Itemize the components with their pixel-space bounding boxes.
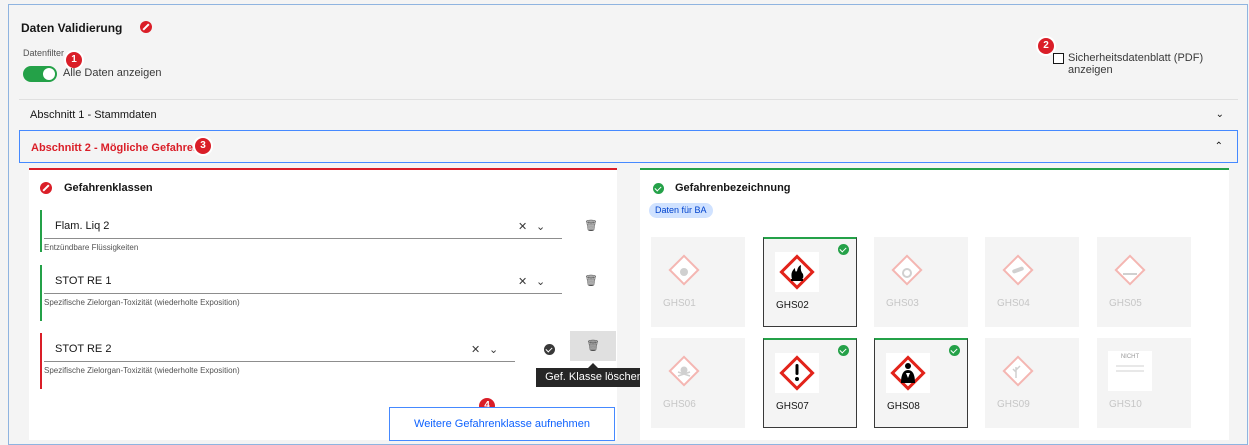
page-title: Daten Validierung	[21, 21, 152, 35]
hazard-class-description: Spezifische Zielorgan-Toxizität (wiederh…	[44, 298, 240, 307]
callout-badge-3: 3	[195, 138, 211, 154]
ghs07-tile[interactable]: GHS07	[763, 338, 857, 428]
chevron-up-icon: ⌃	[1214, 141, 1223, 152]
delete-trash-icon[interactable]: 🗑	[584, 274, 598, 287]
clear-icon[interactable]: ✕	[518, 220, 527, 233]
pdf-checkbox-label[interactable]: Sicherheitsdatenblatt (PDF) anzeigen	[1068, 52, 1249, 76]
exploding-bomb-icon	[668, 254, 700, 286]
hazard-class-select[interactable]: STOT RE 2	[55, 343, 111, 355]
data-for-ba-tag: Daten für BA	[649, 203, 713, 218]
ghs08-tile[interactable]: GHS08	[874, 338, 968, 428]
all-data-toggle[interactable]	[23, 66, 57, 82]
error-icon	[139, 21, 152, 33]
hazard-class-entry: Flam. Liq 2 ✕ ⌄ Entzündbare Flüssigkeite…	[40, 210, 562, 252]
ghs02-tile[interactable]: GHS02	[763, 237, 857, 327]
data-filter-label: Datenfilter	[23, 48, 65, 58]
delete-trash-icon[interactable]: 🗑	[584, 219, 598, 232]
hazard-class-select[interactable]: Flam. Liq 2	[55, 220, 109, 232]
flame-icon	[779, 254, 815, 290]
flame-over-circle-icon	[891, 254, 923, 286]
gas-cylinder-icon	[1002, 254, 1034, 286]
ghs06-tile[interactable]: GHS06	[651, 338, 745, 428]
error-icon	[40, 182, 52, 194]
chevron-down-icon[interactable]: ⌄	[489, 343, 498, 356]
chevron-down-icon[interactable]: ⌄	[536, 220, 545, 233]
ghs01-tile[interactable]: GHS01	[651, 237, 745, 327]
hazard-class-description: Spezifische Zielorgan-Toxizität (wiederh…	[44, 366, 240, 375]
ghs05-tile[interactable]: GHS05	[1097, 237, 1191, 327]
hazard-class-select[interactable]: STOT RE 1	[55, 275, 111, 287]
environment-icon	[1002, 355, 1034, 387]
ghs04-tile[interactable]: GHS04	[985, 237, 1079, 327]
hazard-class-description: Entzündbare Flüssigkeiten	[44, 243, 139, 252]
chevron-down-icon: ⌄	[1215, 109, 1224, 120]
callout-badge-1: 1	[66, 52, 82, 68]
hazard-classes-panel: Gefahrenklassen Flam. Liq 2 ✕ ⌄ Entzündb…	[29, 168, 617, 440]
health-hazard-icon	[890, 355, 926, 391]
hazard-class-entry: STOT RE 1 ✕ ⌄ Spezifische Zielorgan-Toxi…	[40, 265, 562, 321]
check-icon	[949, 345, 960, 356]
ghs10-sign-text: NICHT	[1120, 354, 1140, 360]
toggle-label: Alle Daten anzeigen	[63, 67, 162, 79]
ghs09-tile[interactable]: GHS09	[985, 338, 1079, 428]
pdf-checkbox[interactable]	[1053, 53, 1064, 64]
skull-icon	[668, 355, 700, 387]
exclamation-icon	[779, 355, 815, 391]
ghs10-tile[interactable]: NICHT GHS10	[1097, 338, 1191, 428]
hazard-class-entry-error: STOT RE 2 ✕ ⌄ Spezifische Zielorgan-Toxi…	[40, 333, 560, 389]
delete-tooltip: Gef. Klasse löschen	[536, 363, 652, 387]
check-icon	[653, 183, 664, 194]
hazard-classes-title: Gefahrenklassen	[64, 182, 153, 194]
accordion-section-1[interactable]: Abschnitt 1 - Stammdaten ⌄	[19, 99, 1238, 129]
check-icon	[544, 344, 555, 355]
delete-trash-icon[interactable]: 🗑	[570, 331, 616, 361]
corrosion-icon	[1114, 254, 1146, 286]
ghs03-tile[interactable]: GHS03	[874, 237, 968, 327]
clear-icon[interactable]: ✕	[518, 275, 527, 288]
not-applicable-icon: NICHT	[1108, 351, 1152, 391]
check-icon	[838, 345, 849, 356]
chevron-down-icon[interactable]: ⌄	[536, 275, 545, 288]
callout-badge-2: 2	[1038, 38, 1054, 54]
add-hazard-class-button[interactable]: Weitere Gefahrenklasse aufnehmen	[389, 407, 615, 441]
hazard-labels-title: Gefahrenbezeichnung	[675, 182, 791, 194]
clear-icon[interactable]: ✕	[471, 343, 480, 356]
check-icon	[838, 244, 849, 255]
